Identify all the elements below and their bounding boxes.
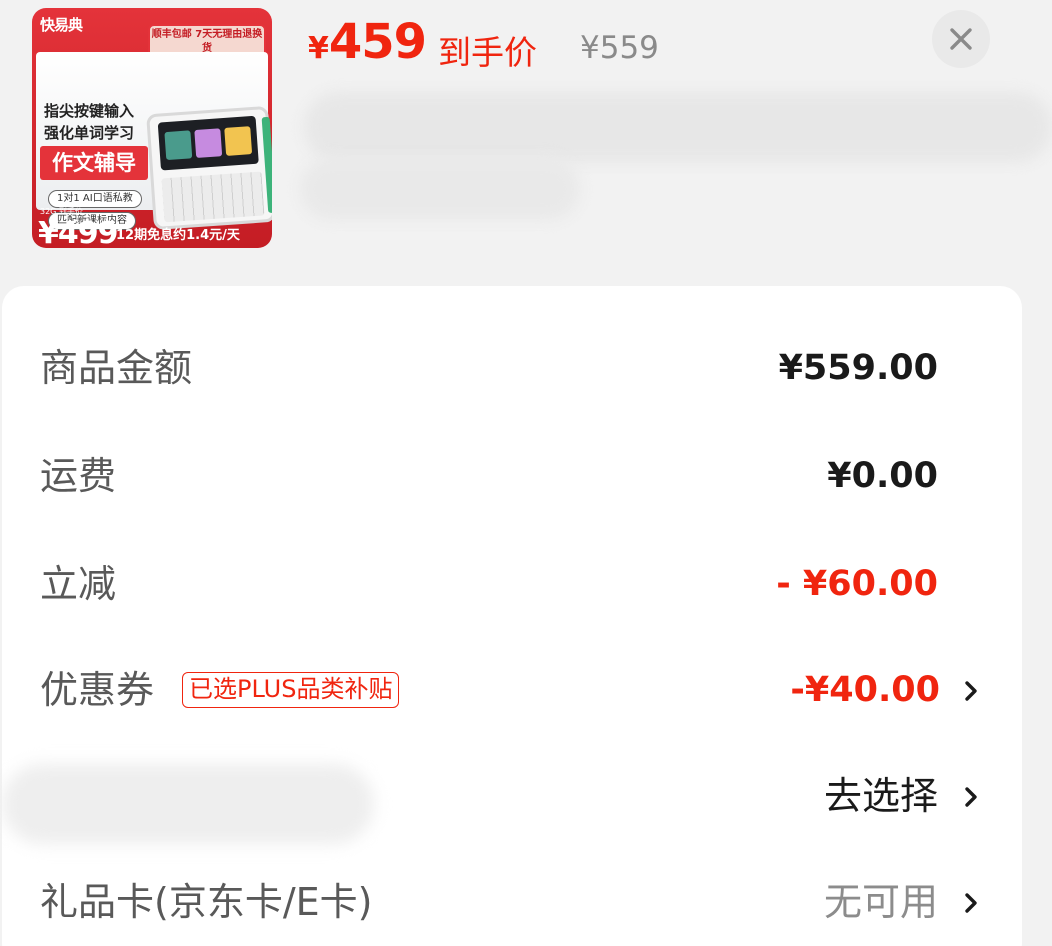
row-label: 礼品卡(京东卡/E卡) — [40, 880, 373, 924]
row-coupon[interactable]: 优惠券 已选PLUS品类补贴 -¥40.00 — [2, 640, 1022, 740]
close-button[interactable] — [932, 10, 990, 68]
row-value: 去选择 — [823, 774, 938, 818]
product-thumbnail[interactable]: 快易典 顺丰包邮 7天无理由退换货 指尖按键输入 强化单词学习 作文辅导 1对1… — [32, 8, 272, 248]
row-value: - ¥60.00 — [776, 564, 938, 604]
thumb-installment: 12期免息约1.4元/天 — [116, 228, 240, 243]
price-symbol: ¥ — [308, 31, 329, 66]
device-illustration — [146, 105, 272, 231]
chevron-right-icon — [965, 681, 977, 701]
thumb-line-2: 强化单词学习 — [44, 124, 135, 142]
thumb-highlight: 作文辅导 — [40, 146, 148, 180]
chevron-right-icon — [965, 787, 977, 807]
thumb-line-1: 指尖按键输入 — [44, 102, 135, 120]
plus-subsidy-tag: 已选PLUS品类补贴 — [182, 672, 400, 708]
device-screen — [157, 115, 259, 171]
row-label: 商品金额 — [40, 346, 193, 390]
row-value: ¥0.00 — [827, 456, 938, 496]
original-price: ¥559 — [580, 30, 659, 66]
row-value: 无可用 — [823, 880, 938, 924]
row-instant-discount: 立减 - ¥60.00 — [2, 534, 1022, 634]
thumb-price: ¥499 — [38, 216, 118, 248]
row-value: ¥559.00 — [778, 348, 938, 388]
row-gift-card[interactable]: 礼品卡(京东卡/E卡) 无可用 — [2, 852, 1022, 946]
final-price: ¥459 — [308, 14, 427, 70]
row-select-option[interactable]: 去选择 — [2, 746, 1022, 846]
row-value: -¥40.00 — [790, 670, 940, 710]
row-label: 运费 — [40, 454, 117, 498]
final-price-label: 到手价 — [438, 33, 537, 72]
row-goods-amount: 商品金额 ¥559.00 — [2, 318, 1022, 418]
price-amount: 459 — [328, 14, 427, 70]
thumb-body: 指尖按键输入 强化单词学习 作文辅导 1对1 AI口语私教 匹配新课标内容 — [36, 52, 272, 231]
row-shipping: 运费 ¥0.00 — [2, 426, 1022, 526]
row-label: 立减 — [40, 562, 117, 606]
chevron-right-icon — [965, 893, 977, 913]
thumb-brand: 快易典 — [40, 16, 83, 34]
product-title-redacted — [304, 92, 1052, 162]
price-summary-card: 商品金额 ¥559.00 运费 ¥0.00 立减 - ¥60.00 优惠券 已选… — [2, 286, 1022, 946]
row-label: 优惠券 — [40, 668, 155, 712]
close-icon — [950, 28, 972, 50]
product-spec-redacted — [300, 158, 580, 220]
thumb-price-bar: 32G 到手价 ¥499 12期免息约1.4元/天 — [36, 207, 268, 248]
